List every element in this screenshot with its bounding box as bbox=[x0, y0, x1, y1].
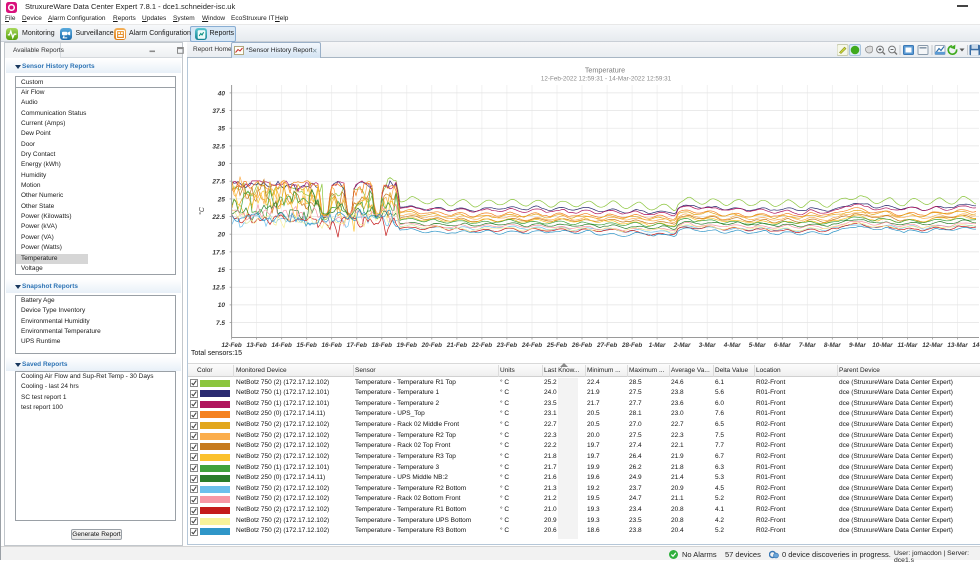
svg-text:28-Feb: 28-Feb bbox=[621, 342, 642, 349]
svg-text:37.5: 37.5 bbox=[212, 108, 225, 115]
svg-text:27-Feb: 27-Feb bbox=[596, 342, 617, 349]
svg-text:20: 20 bbox=[217, 232, 226, 239]
svg-text:8-Mar: 8-Mar bbox=[824, 342, 841, 349]
svg-text:6-Mar: 6-Mar bbox=[774, 342, 791, 349]
svg-text:13-Feb: 13-Feb bbox=[246, 342, 266, 349]
svg-text:Temperature: Temperature bbox=[585, 66, 625, 75]
svg-text:15-Feb: 15-Feb bbox=[297, 342, 317, 349]
svg-text:23-Feb: 23-Feb bbox=[496, 342, 517, 349]
svg-text:5-Mar: 5-Mar bbox=[749, 342, 766, 349]
svg-text:2-Mar: 2-Mar bbox=[673, 342, 691, 349]
svg-text:24-Feb: 24-Feb bbox=[521, 342, 542, 349]
svg-text:35: 35 bbox=[218, 126, 226, 133]
svg-text:7-Mar: 7-Mar bbox=[799, 342, 816, 349]
svg-text:12-Feb: 12-Feb bbox=[221, 342, 241, 349]
svg-text:14-Feb: 14-Feb bbox=[272, 342, 292, 349]
svg-text:17-Feb: 17-Feb bbox=[347, 342, 367, 349]
svg-text:12.5: 12.5 bbox=[212, 285, 225, 292]
svg-text:12-Mar: 12-Mar bbox=[922, 342, 943, 349]
svg-text:17.5: 17.5 bbox=[212, 249, 225, 256]
svg-text:22.5: 22.5 bbox=[211, 214, 225, 221]
svg-text:13-Mar: 13-Mar bbox=[947, 342, 968, 349]
svg-text:4-Mar: 4-Mar bbox=[723, 342, 741, 349]
svg-text:19-Feb: 19-Feb bbox=[397, 342, 417, 349]
svg-text:32.5: 32.5 bbox=[212, 143, 225, 150]
svg-text:10-Mar: 10-Mar bbox=[872, 342, 893, 349]
svg-text:14-Mar: 14-Mar bbox=[972, 342, 980, 349]
svg-text:20-Feb: 20-Feb bbox=[421, 342, 442, 349]
svg-text:18-Feb: 18-Feb bbox=[372, 342, 392, 349]
svg-text:16-Feb: 16-Feb bbox=[322, 342, 342, 349]
svg-text:22-Feb: 22-Feb bbox=[471, 342, 492, 349]
svg-text:11-Mar: 11-Mar bbox=[897, 342, 917, 349]
svg-text:12-Feb-2022 12:59:31 - 14-Ma: 12-Feb-2022 12:59:31 - 14-Mar-2022 12:59… bbox=[541, 76, 672, 83]
svg-text:15: 15 bbox=[218, 267, 226, 274]
svg-text:40: 40 bbox=[217, 90, 226, 97]
svg-text:7.5: 7.5 bbox=[216, 320, 225, 327]
svg-text:25: 25 bbox=[217, 196, 226, 203]
svg-text:21-Feb: 21-Feb bbox=[446, 342, 467, 349]
svg-text:°C: °C bbox=[198, 206, 206, 215]
svg-text:27.5: 27.5 bbox=[211, 179, 225, 186]
svg-text:1-Mar: 1-Mar bbox=[649, 342, 666, 349]
svg-text:3-Mar: 3-Mar bbox=[699, 342, 716, 349]
svg-text:30: 30 bbox=[218, 161, 226, 168]
svg-text:10: 10 bbox=[218, 302, 226, 309]
svg-text:26-Feb: 26-Feb bbox=[571, 342, 592, 349]
svg-text:25-Feb: 25-Feb bbox=[546, 342, 567, 349]
svg-text:9-Mar: 9-Mar bbox=[849, 342, 866, 349]
